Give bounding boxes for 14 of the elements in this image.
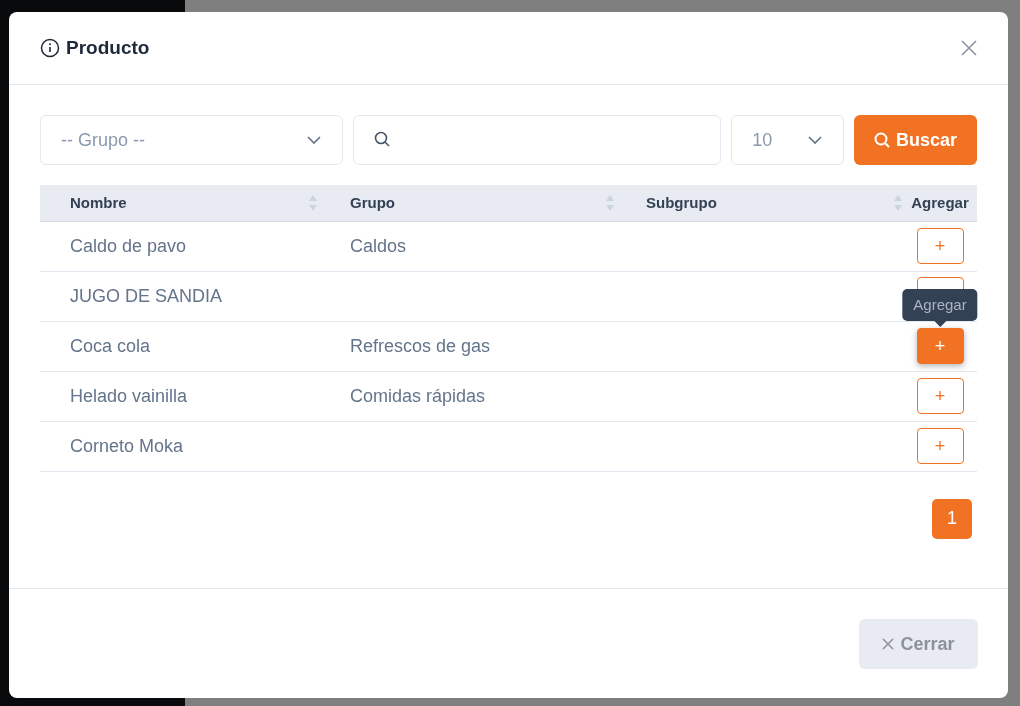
table-cell: JUGO DE SANDIA bbox=[70, 285, 223, 306]
table-cell: Comidas rápidas bbox=[350, 385, 486, 406]
column-header: Agregar bbox=[911, 194, 969, 212]
tooltip: Agregar bbox=[902, 289, 978, 321]
dialog-title: Producto bbox=[66, 37, 151, 59]
table-cell: Caldos bbox=[350, 235, 407, 256]
table-cell: Helado vainilla bbox=[70, 385, 188, 406]
table-cell: Coca cola bbox=[70, 335, 151, 356]
column-header: Grupo bbox=[350, 194, 395, 212]
column-header: Subgrupo bbox=[646, 194, 717, 212]
table-cell: Corneto Moka bbox=[70, 435, 184, 456]
column-header: Nombre bbox=[70, 194, 127, 212]
table-cell: Caldo de pavo bbox=[70, 235, 187, 256]
table-cell: Refrescos de gas bbox=[350, 335, 491, 356]
